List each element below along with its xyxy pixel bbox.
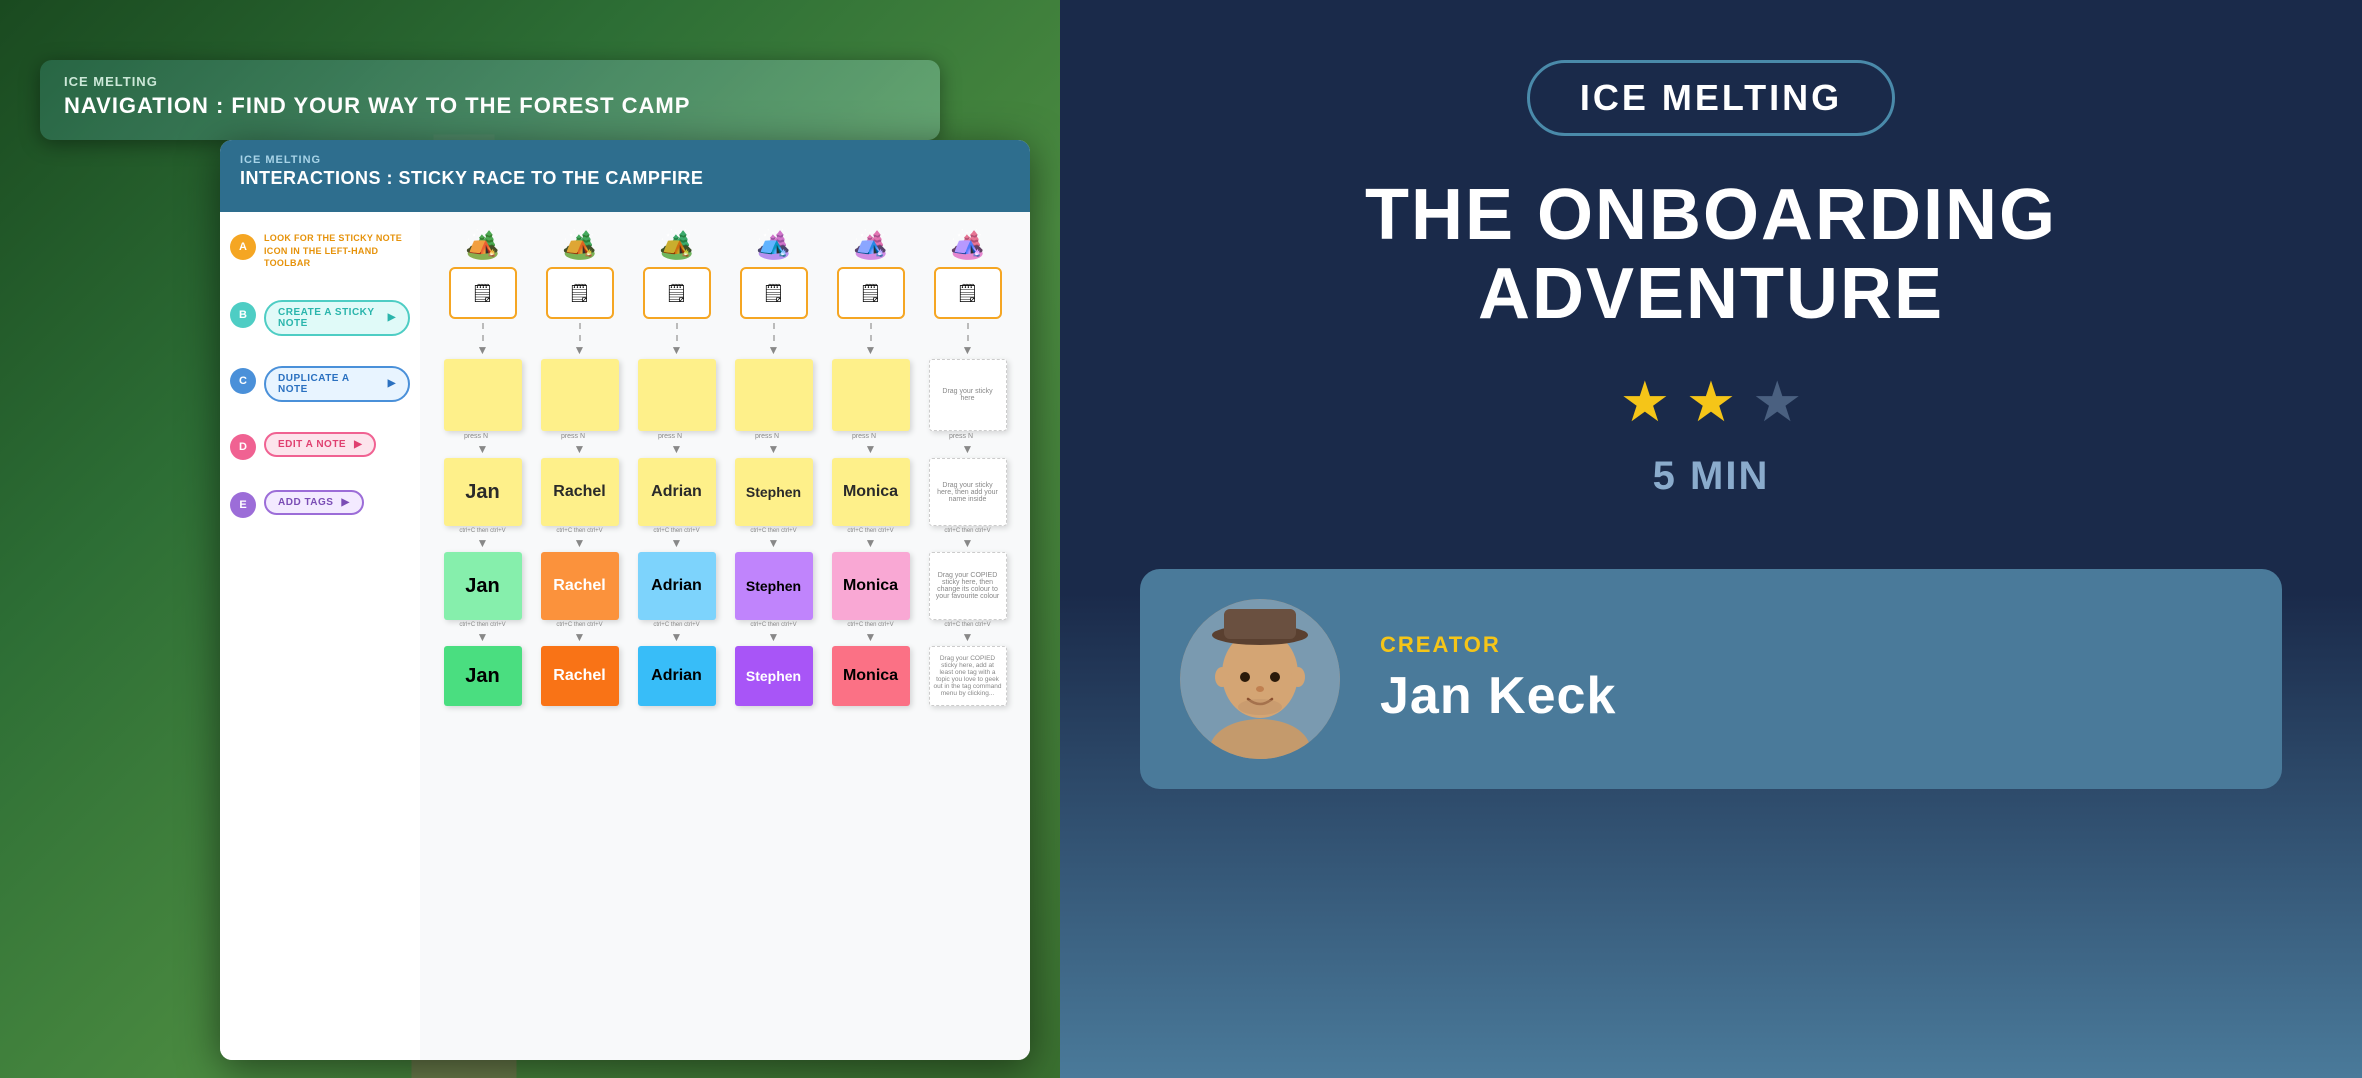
ice-melting-badge: ICE MELTING xyxy=(1527,60,1895,136)
step-d-pill: EDIT A NOTE ▶ xyxy=(264,432,376,457)
bottom-note-stephen: Stephen xyxy=(727,646,820,706)
left-panel: ICE MELTING NAVIGATION : FIND YOUR WAY T… xyxy=(0,0,1060,1078)
avatar xyxy=(1180,599,1340,759)
colored-note-rachel: Rachel xyxy=(533,552,626,620)
sticky-icon-1: 🗒 xyxy=(436,267,529,319)
sticky-icon-4: 🗒 xyxy=(727,267,820,319)
main-card-header: ICE MELTING INTERACTIONS : STICKY RACE T… xyxy=(220,140,1030,212)
step-c-pill: DUPLICATE A NOTE ▶ xyxy=(264,366,410,402)
name-note-jan: Jan xyxy=(436,458,529,526)
avatar-image xyxy=(1180,599,1340,759)
nav-card-title: NAVIGATION : FIND YOUR WAY TO THE FOREST… xyxy=(64,93,916,119)
steps-panel: A LOOK FOR THE STICKY NOTE ICON IN THE L… xyxy=(220,212,420,1060)
step-b: B CREATE A STICKY NOTE ▶ xyxy=(230,300,410,336)
nav-card-subtitle: ICE MELTING xyxy=(64,74,916,89)
step-e-pill: ADD TAGS ▶ xyxy=(264,490,364,515)
sticky-icon-2: 🗒 xyxy=(533,267,626,319)
bottom-note-empty: Drag your COPIED sticky here, add at lea… xyxy=(921,646,1014,706)
star-2: ★ xyxy=(1686,374,1736,430)
creator-label: CREATOR xyxy=(1380,632,2242,658)
tent-5: 🏕️ xyxy=(824,228,917,261)
sticky-icon-6: 🗒 xyxy=(921,267,1014,319)
note-empty-1: Drag your sticky here xyxy=(921,359,1014,431)
star-3: ★ xyxy=(1752,374,1802,430)
step-badge-b: B xyxy=(230,302,256,328)
main-card-header-subtitle: ICE MELTING xyxy=(240,154,1010,166)
name-note-stephen: Stephen xyxy=(727,458,820,526)
bottom-note-jan: Jan xyxy=(436,646,529,706)
step-b-pill: CREATE A STICKY NOTE ▶ xyxy=(264,300,410,336)
stars-row: ★ ★ ★ xyxy=(1620,374,1803,430)
tent-1: 🏕️ xyxy=(436,228,529,261)
name-note-empty: Drag your sticky here, then add your nam… xyxy=(921,458,1014,526)
note-yellow-4 xyxy=(727,359,820,431)
step-d: D EDIT A NOTE ▶ xyxy=(230,432,410,460)
note-yellow-3 xyxy=(630,359,723,431)
main-card: ICE MELTING INTERACTIONS : STICKY RACE T… xyxy=(220,140,1030,1060)
colored-note-jan: Jan xyxy=(436,552,529,620)
step-a: A LOOK FOR THE STICKY NOTE ICON IN THE L… xyxy=(230,232,410,270)
note-yellow-2 xyxy=(533,359,626,431)
adventure-title: THE ONBOARDING ADVENTURE xyxy=(1365,176,2057,334)
nav-card[interactable]: ICE MELTING NAVIGATION : FIND YOUR WAY T… xyxy=(40,60,940,140)
tent-2: 🏕️ xyxy=(533,228,626,261)
ice-melting-label: ICE MELTING xyxy=(1580,77,1842,118)
colored-note-empty: Drag your COPIED sticky here, then chang… xyxy=(921,552,1014,620)
note-yellow-1 xyxy=(436,359,529,431)
right-panel: ICE MELTING THE ONBOARDING ADVENTURE ★ ★… xyxy=(1060,0,2362,1078)
creator-info: CREATOR Jan Keck xyxy=(1380,632,2242,726)
colored-note-monica: Monica xyxy=(824,552,917,620)
step-a-text: LOOK FOR THE STICKY NOTE ICON IN THE LEF… xyxy=(264,232,410,270)
name-note-rachel: Rachel xyxy=(533,458,626,526)
duration-label: 5 MIN xyxy=(1653,454,1770,499)
grid-area: 🏕️ 🏕️ 🏕️ 🏕️ 🏕️ 🏕️ 🗒 🗒 � xyxy=(420,212,1030,1060)
bottom-note-adrian: Adrian xyxy=(630,646,723,706)
step-badge-a: A xyxy=(230,234,256,260)
creator-name: Jan Keck xyxy=(1380,666,2242,726)
tent-3: 🏕️ xyxy=(630,228,723,261)
tent-4: 🏕️ xyxy=(727,228,820,261)
step-badge-c: C xyxy=(230,368,256,394)
star-1: ★ xyxy=(1620,374,1670,430)
step-c: C DUPLICATE A NOTE ▶ xyxy=(230,366,410,402)
note-yellow-5 xyxy=(824,359,917,431)
step-badge-e: E xyxy=(230,492,256,518)
step-badge-d: D xyxy=(230,434,256,460)
tent-6: 🏕️ xyxy=(921,228,1014,261)
sticky-icon-5: 🗒 xyxy=(824,267,917,319)
main-card-body: A LOOK FOR THE STICKY NOTE ICON IN THE L… xyxy=(220,212,1030,1060)
main-card-header-title: INTERACTIONS : STICKY RACE TO THE CAMPFI… xyxy=(240,168,1010,189)
name-note-monica: Monica xyxy=(824,458,917,526)
bottom-note-monica: Monica xyxy=(824,646,917,706)
colored-note-stephen: Stephen xyxy=(727,552,820,620)
name-note-adrian: Adrian xyxy=(630,458,723,526)
colored-note-adrian: Adrian xyxy=(630,552,723,620)
step-e: E ADD TAGS ▶ xyxy=(230,490,410,518)
creator-section: CREATOR Jan Keck xyxy=(1140,569,2282,789)
sticky-icon-3: 🗒 xyxy=(630,267,723,319)
bottom-note-rachel: Rachel xyxy=(533,646,626,706)
